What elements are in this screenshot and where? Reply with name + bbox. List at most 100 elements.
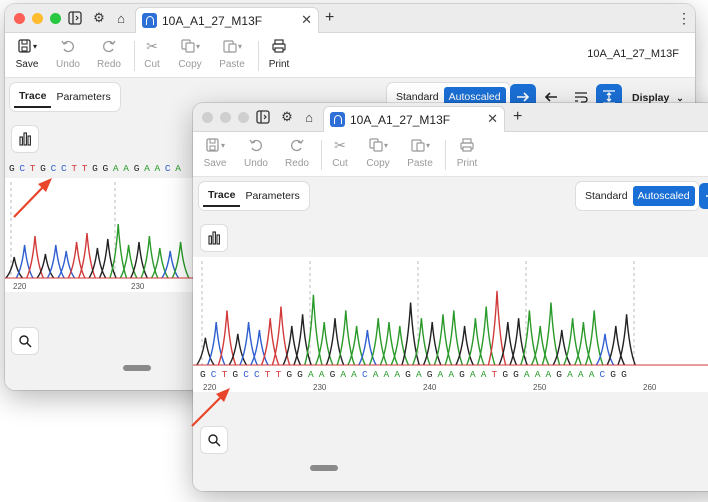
base-letter[interactable]: A <box>144 163 154 174</box>
base-letter[interactable]: G <box>610 369 621 380</box>
tab-trace[interactable]: Trace <box>14 86 52 108</box>
base-letter[interactable]: A <box>589 369 600 380</box>
base-letter[interactable]: A <box>175 163 185 174</box>
base-letter[interactable]: A <box>384 369 395 380</box>
minimize-window-button[interactable] <box>220 112 231 123</box>
minimize-window-button[interactable] <box>32 13 43 24</box>
base-letter[interactable]: A <box>535 369 546 380</box>
paste-button[interactable]: ▾ Paste <box>400 136 440 169</box>
gear-icon[interactable]: ⚙ <box>91 10 107 26</box>
scale-autoscaled[interactable]: Autoscaled <box>632 186 695 206</box>
base-letter[interactable]: A <box>319 369 330 380</box>
close-icon[interactable]: ✕ <box>301 12 312 28</box>
base-letter[interactable]: A <box>470 369 481 380</box>
document-tab[interactable]: 10A_A1_27_M13F ✕ <box>323 106 505 132</box>
base-letter[interactable]: C <box>362 369 373 380</box>
paste-button[interactable]: ▾ Paste <box>212 37 252 70</box>
base-letter[interactable]: A <box>438 369 449 380</box>
base-letter[interactable]: G <box>502 369 513 380</box>
bar-chart-icon[interactable] <box>201 225 227 251</box>
base-letter[interactable]: C <box>243 369 254 380</box>
print-button[interactable]: Print <box>447 136 487 169</box>
base-letter[interactable]: C <box>165 163 175 174</box>
copy-button[interactable]: ▾ Copy <box>170 37 210 70</box>
document-tab[interactable]: 10A_A1_27_M13F ✕ <box>135 7 319 33</box>
undo-button[interactable]: Undo <box>236 136 276 169</box>
base-letter[interactable]: A <box>416 369 427 380</box>
base-letter[interactable]: G <box>286 369 297 380</box>
print-button[interactable]: Print <box>259 37 299 70</box>
search-icon[interactable] <box>201 427 227 453</box>
base-letter[interactable]: G <box>621 369 632 380</box>
scale-standard[interactable]: Standard <box>580 186 633 206</box>
close-window-button[interactable] <box>202 112 213 123</box>
tab-trace[interactable]: Trace <box>203 185 241 207</box>
base-letter[interactable]: A <box>154 163 164 174</box>
plus-icon[interactable]: + <box>325 9 334 27</box>
base-letter[interactable]: A <box>373 369 384 380</box>
base-letter[interactable]: G <box>40 163 50 174</box>
sidebar-toggle-icon[interactable] <box>255 109 271 125</box>
base-letter[interactable]: T <box>222 369 233 380</box>
horizontal-scrollbar[interactable] <box>123 365 151 371</box>
tab-parameters[interactable]: Parameters <box>240 186 304 206</box>
cut-button[interactable]: ✂ Cut <box>320 136 360 170</box>
base-letter[interactable]: C <box>51 163 61 174</box>
close-window-button[interactable] <box>14 13 25 24</box>
save-button[interactable]: ▾ Save <box>195 136 235 169</box>
base-letter[interactable]: A <box>340 369 351 380</box>
base-letter[interactable]: C <box>19 163 29 174</box>
base-letter[interactable]: T <box>265 369 276 380</box>
bar-chart-icon[interactable] <box>12 126 38 152</box>
base-letter[interactable]: A <box>481 369 492 380</box>
undo-button[interactable]: Undo <box>48 37 88 70</box>
sidebar-toggle-icon[interactable] <box>67 10 83 26</box>
base-letter[interactable]: A <box>546 369 557 380</box>
home-icon[interactable]: ⌂ <box>301 109 317 125</box>
base-letter[interactable]: A <box>448 369 459 380</box>
base-letter[interactable]: A <box>524 369 535 380</box>
kebab-menu-icon[interactable]: ⋮ <box>677 10 691 27</box>
base-letter[interactable]: G <box>459 369 470 380</box>
gear-icon[interactable]: ⚙ <box>279 109 295 125</box>
redo-button[interactable]: Redo <box>89 37 129 70</box>
base-letter[interactable]: A <box>351 369 362 380</box>
base-letter[interactable]: G <box>232 369 243 380</box>
base-letter[interactable]: A <box>123 163 133 174</box>
base-letter[interactable]: T <box>82 163 92 174</box>
base-letter[interactable]: G <box>427 369 438 380</box>
copy-button[interactable]: ▾ Copy <box>358 136 398 169</box>
base-letter[interactable]: G <box>405 369 416 380</box>
base-letter[interactable]: T <box>71 163 81 174</box>
base-letter[interactable]: A <box>578 369 589 380</box>
base-letter[interactable]: G <box>200 369 211 380</box>
base-letter[interactable]: G <box>297 369 308 380</box>
zoom-window-button[interactable] <box>238 112 249 123</box>
close-icon[interactable]: ✕ <box>487 111 498 127</box>
base-letter[interactable]: G <box>556 369 567 380</box>
base-letter[interactable]: C <box>211 369 222 380</box>
base-letter[interactable]: C <box>599 369 610 380</box>
zoom-window-button[interactable] <box>50 13 61 24</box>
redo-button[interactable]: Redo <box>277 136 317 169</box>
base-letter[interactable]: G <box>134 163 144 174</box>
tab-parameters[interactable]: Parameters <box>51 87 115 107</box>
arrow-right-icon[interactable] <box>699 183 708 209</box>
plus-icon[interactable]: + <box>513 108 522 126</box>
base-letter[interactable]: C <box>61 163 71 174</box>
base-letter[interactable]: G <box>330 369 341 380</box>
base-letter[interactable]: A <box>567 369 578 380</box>
base-letter[interactable]: A <box>394 369 405 380</box>
horizontal-scrollbar[interactable] <box>310 465 338 471</box>
base-letter[interactable]: A <box>308 369 319 380</box>
base-letter[interactable]: G <box>513 369 524 380</box>
base-letter[interactable]: G <box>92 163 102 174</box>
base-letter[interactable]: C <box>254 369 265 380</box>
save-button[interactable]: ▾ Save <box>7 37 47 70</box>
base-letter[interactable]: G <box>9 163 19 174</box>
base-letter[interactable]: G <box>103 163 113 174</box>
search-icon[interactable] <box>12 328 38 354</box>
base-letter[interactable]: A <box>113 163 123 174</box>
base-letter[interactable]: T <box>30 163 40 174</box>
base-letter[interactable]: T <box>276 369 287 380</box>
